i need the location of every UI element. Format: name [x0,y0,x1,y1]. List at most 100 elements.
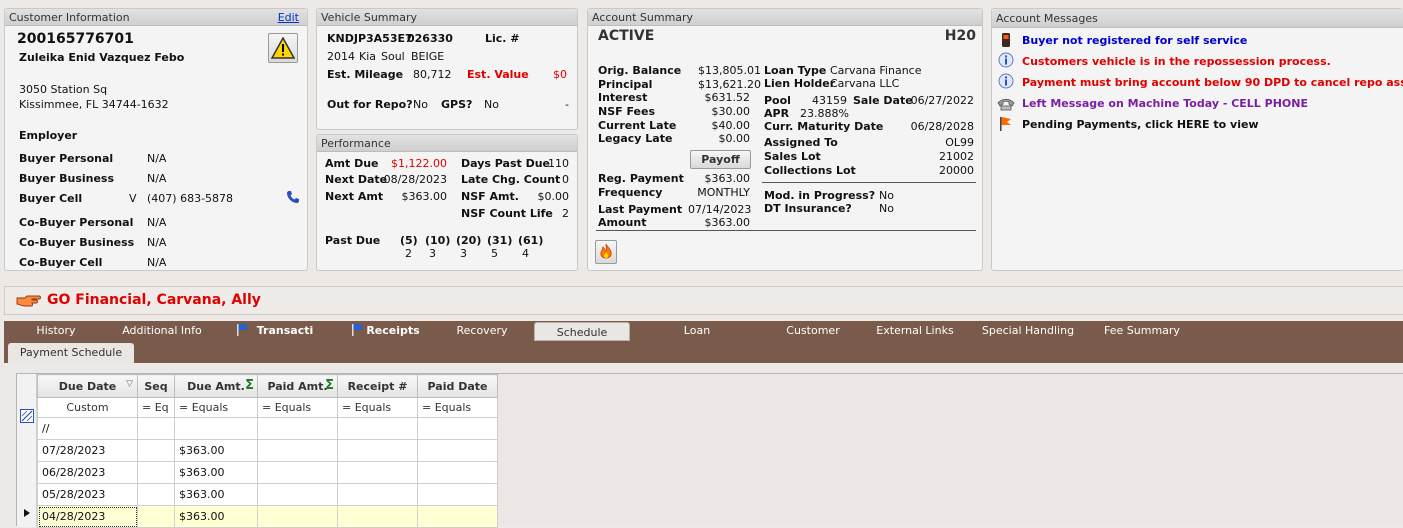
paid-date-cell[interactable] [417,505,498,528]
account-messages-panel: Account Messages Buyer not registered fo… [991,8,1403,271]
tab-transactions[interactable]: Transacti ... [250,321,320,357]
filter-cell[interactable]: = Equals [257,397,338,418]
address-line-1: 3050 Station Sq [19,83,108,96]
paid-date-cell[interactable] [417,417,498,440]
flag-icon [237,324,247,336]
filter-toggle-icon[interactable] [20,409,34,423]
bucket-count: 3 [429,247,436,260]
receipt-cell[interactable] [337,417,418,440]
seq-cell[interactable] [137,483,175,506]
filter-cell[interactable]: = Equals [174,397,258,418]
tab-special-handling[interactable]: Special Handling [980,321,1076,341]
message-text[interactable]: Payment must bring account below 90 DPD … [1022,76,1403,89]
vehicle-make: Kia [359,50,377,63]
subtab-payment-schedule[interactable]: Payment Schedule [8,343,134,363]
apr: 23.888% [800,107,849,120]
row-indicator-column [17,374,37,527]
due-date-cell[interactable]: 07/28/2023 [37,439,138,462]
phone-label: Co-Buyer Cell [19,256,103,269]
dt: No [879,202,894,215]
gps-extra: - [565,98,569,111]
due-amt-cell[interactable] [174,417,258,440]
seq-cell[interactable] [137,439,175,462]
paid-amt-cell[interactable] [257,461,338,484]
column-header[interactable]: Paid Date [417,374,498,398]
dial-phone-icon[interactable] [286,190,300,204]
nsf-fees-label: NSF Fees [598,105,656,118]
tab-history[interactable]: History [14,321,98,341]
filter-cell[interactable]: = Eq [137,397,175,418]
column-header[interactable]: Due Amt. Σ [174,374,258,398]
current-late-label: Current Late [598,119,677,132]
hot-account-button[interactable] [595,240,617,264]
column-header[interactable]: Due Date ▽ [37,374,138,398]
paid-amt-cell[interactable] [257,505,338,528]
due-amt-cell[interactable]: $363.00 [174,439,258,462]
message-text[interactable]: Pending Payments, click HERE to view [1022,118,1259,131]
table-row[interactable]: 06/28/2023 $363.00 [37,461,498,484]
message-text[interactable]: Buyer not registered for self service [1022,34,1247,47]
tab-receipts[interactable]: Receipts [364,321,422,341]
due-amt-cell[interactable]: $363.00 [174,505,258,528]
customer-name: Zuleika Enid Vazquez Febo [19,51,185,64]
seq-cell[interactable] [137,461,175,484]
paid-amt-cell[interactable] [257,483,338,506]
principal-label: Principal [598,78,653,91]
tab-customer[interactable]: Customer [780,321,846,341]
receipt-cell[interactable] [337,461,418,484]
message-text[interactable]: Customers vehicle is in the repossession… [1022,55,1331,68]
receipt-cell[interactable] [337,505,418,528]
table-row[interactable]: 05/28/2023 $363.00 [37,483,498,506]
next-amt-label: Next Amt [325,190,384,203]
amt-due-label: Amt Due [325,157,379,170]
tab-additional-info[interactable]: Additional Info [114,321,210,341]
filter-cell[interactable]: = Equals [417,397,498,418]
info-icon [998,52,1014,68]
table-row[interactable]: // [37,417,498,440]
due-amt-cell[interactable]: $363.00 [174,461,258,484]
edit-link[interactable]: Edit [278,9,299,26]
table-row[interactable]: 07/28/2023 $363.00 [37,439,498,462]
main-tab-bar: History Additional Info Transacti ... Re… [4,321,1403,357]
warning-button[interactable] [268,33,298,63]
due-date-cell[interactable]: 04/28/2023 [37,505,138,528]
vehicle-year: 2014 [327,50,355,63]
filter-cell[interactable]: Custom [37,397,138,418]
tab-loan-modifications[interactable]: Loan Modifications [646,321,748,357]
schedule-table: Due Date ▽ Seq Due Amt. Σ Paid Amt. Σ Recei… [37,374,498,528]
tab-fee-summary[interactable]: Fee Summary [1102,321,1182,341]
due-date-cell[interactable]: 06/28/2023 [37,461,138,484]
gps-label: GPS? [441,98,473,111]
account-summary-header: Account Summary [588,9,982,26]
stock-number: 026330 [407,32,453,45]
paid-amt-cell[interactable] [257,417,338,440]
last-payment-label: Last Payment [598,203,683,216]
paid-amt-cell[interactable] [257,439,338,462]
receipt-cell[interactable] [337,439,418,462]
sale-date-label: Sale Date [853,94,913,107]
tab-recovery[interactable]: Recovery [450,321,514,341]
table-row[interactable]: 04/28/2023 $363.00 [37,505,498,528]
payoff-button[interactable]: Payoff [690,150,751,169]
column-header[interactable]: Receipt # [337,374,418,398]
due-date-cell[interactable]: 05/28/2023 [37,483,138,506]
due-date-cell[interactable]: // [37,417,138,440]
message-text[interactable]: Left Message on Machine Today - CELL PHO… [1022,97,1308,110]
flame-icon [600,243,612,259]
column-header[interactable]: Seq [137,374,175,398]
lic-label: Lic. # [485,32,520,45]
seq-cell[interactable] [137,417,175,440]
phone-value: N/A [147,236,167,249]
filter-cell[interactable]: = Equals [337,397,418,418]
receipt-cell[interactable] [337,483,418,506]
account-messages-header: Account Messages [992,9,1403,28]
due-amt-cell[interactable]: $363.00 [174,483,258,506]
column-header[interactable]: Paid Amt. Σ [257,374,338,398]
paid-date-cell[interactable] [417,439,498,462]
paid-date-cell[interactable] [417,461,498,484]
paid-date-cell[interactable] [417,483,498,506]
tab-external-links[interactable]: External Links [874,321,956,341]
tab-schedule[interactable]: Schedule [534,322,630,341]
nsf-life: 2 [562,207,569,220]
seq-cell[interactable] [137,505,175,528]
